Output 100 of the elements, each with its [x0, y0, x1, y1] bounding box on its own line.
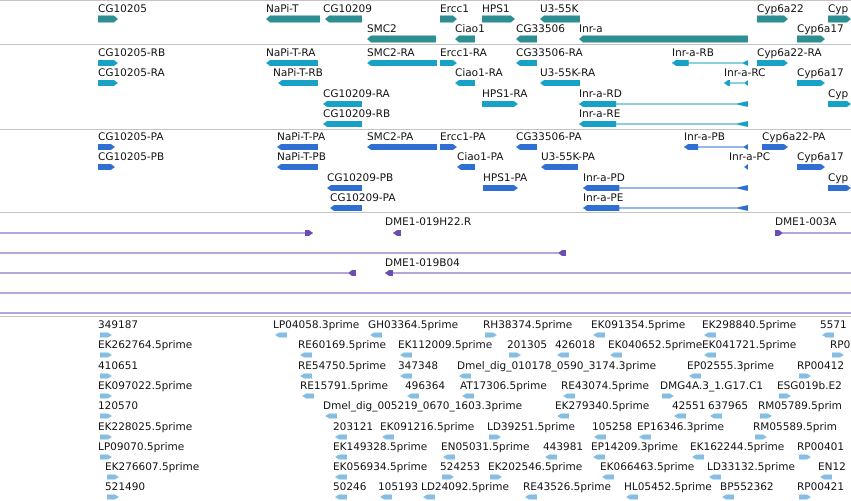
feature-label: Cyp	[828, 88, 848, 100]
feature-label: 105193	[378, 481, 418, 494]
feature-label: Cyp6a22-PA	[762, 131, 826, 143]
feature-label: U3-55K	[540, 3, 578, 15]
feature-label: LD39251.5prime	[487, 420, 575, 432]
feature-label: EP16346.3prime	[637, 420, 724, 432]
feature-label: 410651	[98, 360, 138, 372]
feature-label: ESG019b.E2	[777, 380, 842, 392]
feature-label: DME1-019B04	[385, 257, 460, 269]
feature-label: HPS1-RA	[482, 88, 528, 100]
feature-label: LD24092.5prime	[421, 481, 509, 494]
feature-label: EK162244.5prime	[690, 440, 784, 453]
feature-label: Ercc1-RA	[440, 47, 487, 59]
feature-label: 5571	[820, 319, 847, 331]
feature-label: EN05031.5prime	[441, 440, 530, 453]
feature-label: 50246	[333, 481, 366, 494]
feature-label: EK091216.5prime	[380, 420, 474, 432]
feature-label: EP02555.3prime	[687, 360, 774, 372]
feature-label: LP09070.5prime	[98, 440, 184, 453]
feature-label: CG10209	[323, 3, 372, 15]
feature-label: CG10209-PA	[330, 192, 396, 204]
feature-label: Inr-a-PB	[684, 131, 725, 143]
feature-label: 349187	[98, 319, 138, 331]
feature-label: U3-55K-RA	[540, 67, 596, 80]
feature-label: RE43074.5prime	[561, 380, 649, 392]
feature-label: SMC2-PA	[367, 131, 414, 143]
feature-label: EK298840.5prime	[702, 319, 796, 331]
feature-label: Cyp	[828, 3, 848, 15]
feature-label: RE43526.5prime	[523, 481, 611, 494]
feature-label: LP04058.3prime	[273, 319, 360, 331]
feature-label: DME1-003A	[775, 216, 836, 228]
feature-label: Inr-a	[579, 23, 603, 36]
feature-label: Cyp	[828, 172, 848, 184]
feature-label: Cyp6a17	[797, 151, 844, 164]
feature-label: EK279340.5prime	[555, 400, 650, 412]
feature-label: 637965	[708, 400, 748, 412]
feature-label: HPS1-PA	[483, 172, 528, 184]
feature-label: EK202546.5prime	[488, 461, 582, 474]
feature-label: Cyp6a17	[797, 23, 844, 36]
feature-label: Cyp6a22-RA	[757, 47, 822, 59]
feature-label: Ciao1	[455, 23, 485, 36]
feature-label: U3-55K-PA	[541, 151, 595, 164]
feature-label: RM05789.5prim	[758, 400, 842, 412]
feature-label: DMG4A.3_1.G17.C1	[660, 380, 764, 392]
feature-label: HPS1	[482, 3, 510, 15]
feature-label: EK149328.5prime	[333, 440, 428, 453]
feature-label: NaPi-T-RA	[266, 47, 316, 59]
feature-label: Inr-a-RB	[672, 47, 714, 59]
feature-label: SMC2	[367, 23, 397, 36]
feature-label: RM05589.5prim	[753, 420, 837, 432]
feature-label: CG10209-RA	[323, 88, 390, 100]
feature-label: 201305	[507, 339, 548, 352]
feature-label: 426018	[555, 339, 596, 352]
feature-label: Cyp6a22	[757, 3, 804, 15]
feature-label: Ciao1-RA	[455, 67, 503, 80]
feature-label: CG10205-RA	[98, 67, 165, 80]
feature-label: RE60169.5prime	[298, 339, 386, 352]
feature-label: RP00412	[797, 360, 844, 372]
feature-label: DME1-019H22.R	[385, 216, 472, 228]
feature-label: 496364	[405, 380, 446, 392]
feature-label: CG33506-RA	[516, 47, 583, 59]
feature-label: CG10209-RB	[323, 108, 390, 120]
feature-label: 524253	[440, 461, 480, 474]
feature-label: Cyp6a17	[797, 67, 844, 80]
feature-label: CG10205-PB	[98, 151, 164, 164]
feature-label: Inr-a-PE	[583, 192, 624, 204]
feature-label: Dmel_dig_010178_0590_3174.3prime	[457, 360, 656, 372]
feature-label: EK262764.5prime	[98, 339, 192, 352]
feature-label: 120570	[98, 400, 138, 412]
feature-label: Inr-a-RC	[724, 67, 766, 80]
feature-label: EK097022.5prime	[98, 380, 192, 392]
feature-label: EK228025.5prime	[98, 420, 192, 432]
feature-label: EK276607.5prime	[105, 461, 200, 474]
feature-label: Inr-a-PD	[583, 172, 625, 184]
feature-label: 347348	[398, 360, 438, 372]
feature-label: NaPi-T-PB	[277, 151, 326, 164]
feature-label: EN12	[818, 461, 846, 474]
feature-label: 105258	[592, 420, 632, 432]
feature-label: 521490	[105, 481, 146, 494]
feature-label: CG33506	[516, 23, 565, 36]
feature-label: 443981	[543, 440, 584, 453]
feature-label: RP0	[830, 339, 850, 352]
feature-label: EK066463.5prime	[600, 461, 694, 474]
feature-label: Dmel_dig_005219_0670_1603.3prime	[323, 400, 522, 412]
feature-label: NaPi-T-RB	[273, 67, 323, 80]
feature-label: Inr-a-PC	[729, 151, 770, 164]
feature-label: AT17306.5prime	[460, 380, 547, 392]
feature-label: RP00421	[797, 481, 844, 494]
feature-label: Ciao1-PA	[457, 151, 504, 164]
feature-label: Ercc1	[440, 3, 469, 15]
feature-label: EK056934.5prime	[333, 461, 428, 474]
feature-label: Inr-a-RE	[579, 108, 620, 120]
feature-label: EK041721.5prime	[702, 339, 796, 352]
feature-label: Ercc1-PA	[440, 131, 486, 143]
feature-label: CG10209-PB	[327, 172, 394, 184]
feature-label: EK040652.5prime	[608, 339, 702, 352]
feature-label: Inr-a-RD	[579, 88, 622, 100]
feature-label: CG33506-PA	[516, 131, 582, 143]
feature-label: EK112009.5prime	[398, 339, 492, 352]
feature-label: BP552362	[720, 481, 774, 494]
